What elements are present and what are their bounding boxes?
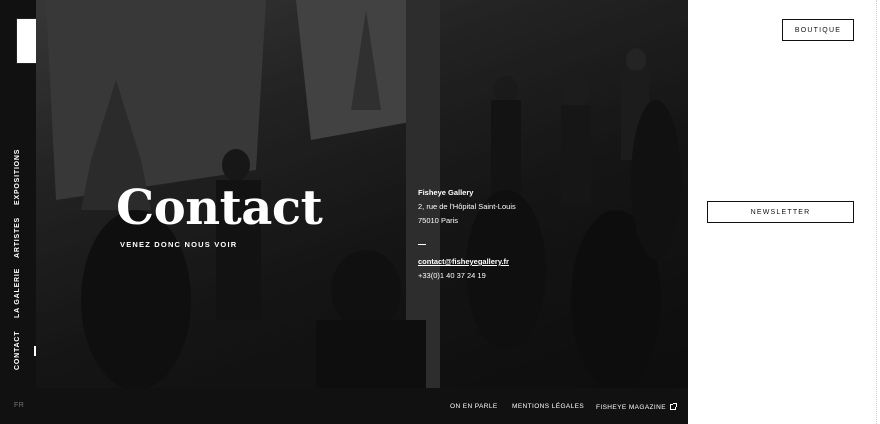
nav-item-contact[interactable]: CONTACT: [14, 331, 21, 370]
street-address: 2, rue de l'Hôpital Saint-Louis: [418, 202, 516, 211]
page-subtitle: VENEZ DONC NOUS VOIR: [120, 240, 238, 249]
divider: [418, 244, 426, 245]
page-edge-divider: [876, 0, 877, 424]
city-address: 75010 Paris: [418, 216, 459, 225]
external-link-icon: [669, 403, 677, 410]
gallery-name: Fisheye Gallery: [418, 188, 474, 197]
footer-link-fisheye-magazine[interactable]: FISHEYE MAGAZINE: [596, 403, 677, 411]
boutique-button[interactable]: BOUTIQUE: [782, 19, 854, 41]
footer-link-on-en-parle[interactable]: ON EN PARLE: [450, 403, 498, 410]
newsletter-button[interactable]: NEWSLETTER: [707, 201, 854, 223]
phone-number[interactable]: +33(0)1 40 37 24 19: [418, 269, 516, 283]
footer-bar: ON EN PARLE MENTIONS LÉGALES FISHEYE MAG…: [36, 388, 688, 424]
nav-item-la-galerie[interactable]: LA GALERIE: [14, 268, 21, 318]
footer-link-mentions-legales[interactable]: MENTIONS LÉGALES: [512, 403, 584, 410]
email-link[interactable]: contact@fisheyegallery.fr: [418, 255, 516, 269]
nav-item-expositions[interactable]: EXPOSITIONS: [14, 149, 21, 205]
footer-link-label: FISHEYE MAGAZINE: [596, 404, 666, 411]
hero-section: Contact VENEZ DONC NOUS VOIR Fisheye Gal…: [36, 0, 688, 388]
address-block: Fisheye Gallery 2, rue de l'Hôpital Sain…: [418, 186, 516, 283]
nav-item-artistes[interactable]: ARTISTES: [14, 217, 21, 258]
language-switch[interactable]: FR: [14, 402, 24, 409]
page-title: Contact: [116, 180, 323, 236]
